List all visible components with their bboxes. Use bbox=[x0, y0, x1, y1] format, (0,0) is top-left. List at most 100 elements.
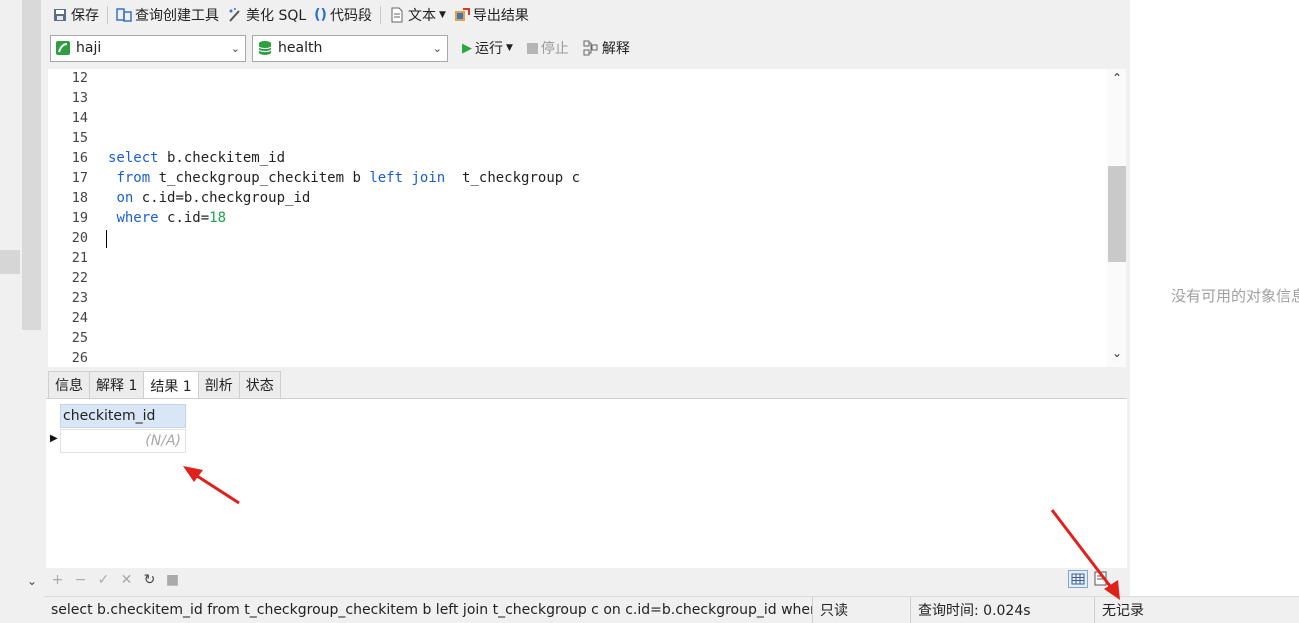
line-number: 19 bbox=[71, 210, 88, 226]
export-results-button[interactable]: 导出结果 bbox=[450, 3, 533, 27]
chevron-down-icon: ⌄ bbox=[432, 41, 442, 55]
caret-down-icon: ▼ bbox=[438, 10, 446, 20]
left-scrollbar[interactable] bbox=[22, 0, 41, 330]
add-record-icon[interactable]: + bbox=[50, 572, 65, 588]
line-number: 14 bbox=[71, 110, 88, 126]
column-header[interactable]: checkitem_id bbox=[60, 404, 186, 428]
line-number: 20 bbox=[71, 230, 88, 246]
play-icon: ▶ bbox=[462, 40, 472, 56]
sql-keyword: from bbox=[116, 170, 151, 186]
code-line: where c.id=18 bbox=[108, 210, 226, 226]
sql-text: t_checkgroup c bbox=[445, 170, 581, 186]
tab-0[interactable]: 信息 bbox=[48, 371, 90, 398]
connection-value: haji bbox=[76, 40, 102, 56]
left-strip bbox=[0, 0, 22, 600]
sql-editor[interactable]: 12 13 14 15 16 17 18 19 20 21 22 23 24 25 26 select b.… bbox=[48, 69, 1126, 367]
result-tabs: 信息 解释 1 结果 1 剖析 状态 bbox=[48, 371, 281, 399]
tab-2[interactable]: 结果 1 bbox=[143, 371, 199, 399]
connection-select[interactable]: haji ⌄ bbox=[50, 34, 246, 62]
query-builder-label: 查询创建工具 bbox=[135, 8, 219, 24]
text-button[interactable]: 文本 ▼ bbox=[385, 3, 450, 27]
chevron-down-icon[interactable]: ⌄ bbox=[24, 574, 40, 590]
status-sql: select b.checkitem_id from t_checkgroup_… bbox=[44, 596, 813, 623]
caret-down-icon: ▼ bbox=[506, 43, 513, 53]
left-splitter-handle[interactable] bbox=[0, 250, 20, 274]
line-number: 16 bbox=[71, 150, 88, 166]
line-number: 13 bbox=[71, 90, 88, 106]
parentheses-icon: () bbox=[314, 7, 327, 23]
query-builder-button[interactable]: 查询创建工具 bbox=[112, 3, 223, 27]
sql-keyword: on bbox=[116, 190, 134, 206]
magic-wand-icon bbox=[229, 8, 240, 22]
run-label: 运行 bbox=[475, 41, 503, 57]
explain-icon bbox=[583, 40, 598, 56]
explain-button[interactable]: 解释 bbox=[579, 36, 634, 60]
code-snippet-label: 代码段 bbox=[329, 8, 372, 24]
database-select[interactable]: health ⌄ bbox=[252, 34, 448, 62]
toolbar-divider bbox=[107, 6, 108, 24]
chevron-down-icon: ⌄ bbox=[230, 41, 240, 55]
object-info-message: 没有可用的对象信息 bbox=[1171, 287, 1299, 305]
delete-record-icon[interactable]: − bbox=[73, 572, 88, 588]
sql-text: c.id=b.checkgroup_id bbox=[133, 190, 311, 206]
status-query-time: 查询时间: 0.024s bbox=[911, 596, 1095, 623]
chevron-down-icon[interactable]: ⌄ bbox=[1108, 346, 1126, 360]
grid-view-icon[interactable] bbox=[1068, 570, 1088, 588]
document-icon bbox=[391, 7, 403, 23]
form-view-icon[interactable] bbox=[1093, 570, 1109, 588]
beautify-sql-button[interactable]: 美化 SQL bbox=[223, 3, 310, 27]
database-icon bbox=[258, 41, 272, 55]
code-line: from t_checkgroup_checkitem b left join … bbox=[108, 170, 580, 186]
line-number: 18 bbox=[71, 190, 88, 206]
chevron-up-icon[interactable]: ⌃ bbox=[1108, 71, 1126, 85]
run-button[interactable]: ▶ 运行 ▼ bbox=[458, 36, 517, 60]
apply-icon[interactable]: ✓ bbox=[96, 572, 111, 588]
save-label: 保存 bbox=[71, 8, 99, 24]
tab-1[interactable]: 解释 1 bbox=[89, 371, 145, 398]
current-row-indicator-icon: ▶ bbox=[50, 433, 58, 444]
stop-button[interactable]: 停止 bbox=[523, 36, 573, 60]
stop-icon[interactable]: ■ bbox=[165, 572, 180, 588]
sql-text: t_checkgroup_checkitem b bbox=[150, 170, 370, 186]
line-number: 12 bbox=[71, 70, 88, 86]
sql-number: 18 bbox=[209, 210, 227, 226]
stop-label: 停止 bbox=[540, 41, 569, 57]
line-number: 17 bbox=[71, 170, 88, 186]
sql-keyword: where bbox=[116, 210, 159, 226]
refresh-icon[interactable]: ↻ bbox=[142, 572, 157, 588]
database-value: health bbox=[278, 40, 323, 56]
sql-keyword: select bbox=[108, 150, 159, 166]
line-number: 24 bbox=[71, 310, 88, 326]
line-number: 21 bbox=[71, 250, 88, 266]
tab-3[interactable]: 剖析 bbox=[197, 371, 240, 398]
discard-icon[interactable]: ✕ bbox=[119, 572, 134, 588]
sql-text: b.checkitem_id bbox=[158, 150, 286, 166]
grid-cell[interactable]: (N/A) bbox=[60, 429, 186, 453]
toolbar-divider bbox=[379, 6, 381, 24]
stop-icon bbox=[526, 42, 538, 54]
query-builder-icon bbox=[116, 8, 132, 22]
sql-text: c.id= bbox=[158, 210, 210, 226]
grid-toolbar: + − ✓ ✕ ↻ ■ bbox=[50, 572, 180, 588]
code-line: on c.id=b.checkgroup_id bbox=[108, 190, 310, 206]
tab-4[interactable]: 状态 bbox=[238, 371, 281, 398]
result-grid[interactable]: checkitem_id ▶ (N/A) bbox=[46, 398, 1127, 568]
export-icon bbox=[454, 8, 470, 21]
save-button[interactable]: 保存 bbox=[48, 3, 103, 27]
status-records: 无记录 bbox=[1102, 603, 1144, 619]
status-mode: 只读 bbox=[813, 596, 911, 623]
beautify-sql-label: 美化 SQL bbox=[246, 8, 307, 24]
line-number: 26 bbox=[71, 350, 88, 366]
connection-icon bbox=[56, 41, 70, 55]
line-number: 22 bbox=[71, 270, 88, 286]
text-cursor bbox=[106, 230, 107, 248]
editor-scrollbar-thumb[interactable] bbox=[1108, 166, 1126, 262]
code-snippet-button[interactable]: () 代码段 bbox=[310, 3, 376, 27]
explain-label: 解释 bbox=[601, 41, 630, 57]
line-number: 23 bbox=[71, 290, 88, 306]
line-number: 25 bbox=[71, 330, 88, 346]
export-results-label: 导出结果 bbox=[472, 8, 529, 24]
line-number-gutter: 12 13 14 15 16 17 18 19 20 21 22 23 24 25 26 bbox=[48, 69, 90, 367]
main-toolbar: 保存 查询创建工具 美化 SQL () 代码段 文本 ▼ 导出结果 bbox=[48, 2, 533, 28]
sql-keyword: left join bbox=[369, 170, 446, 186]
